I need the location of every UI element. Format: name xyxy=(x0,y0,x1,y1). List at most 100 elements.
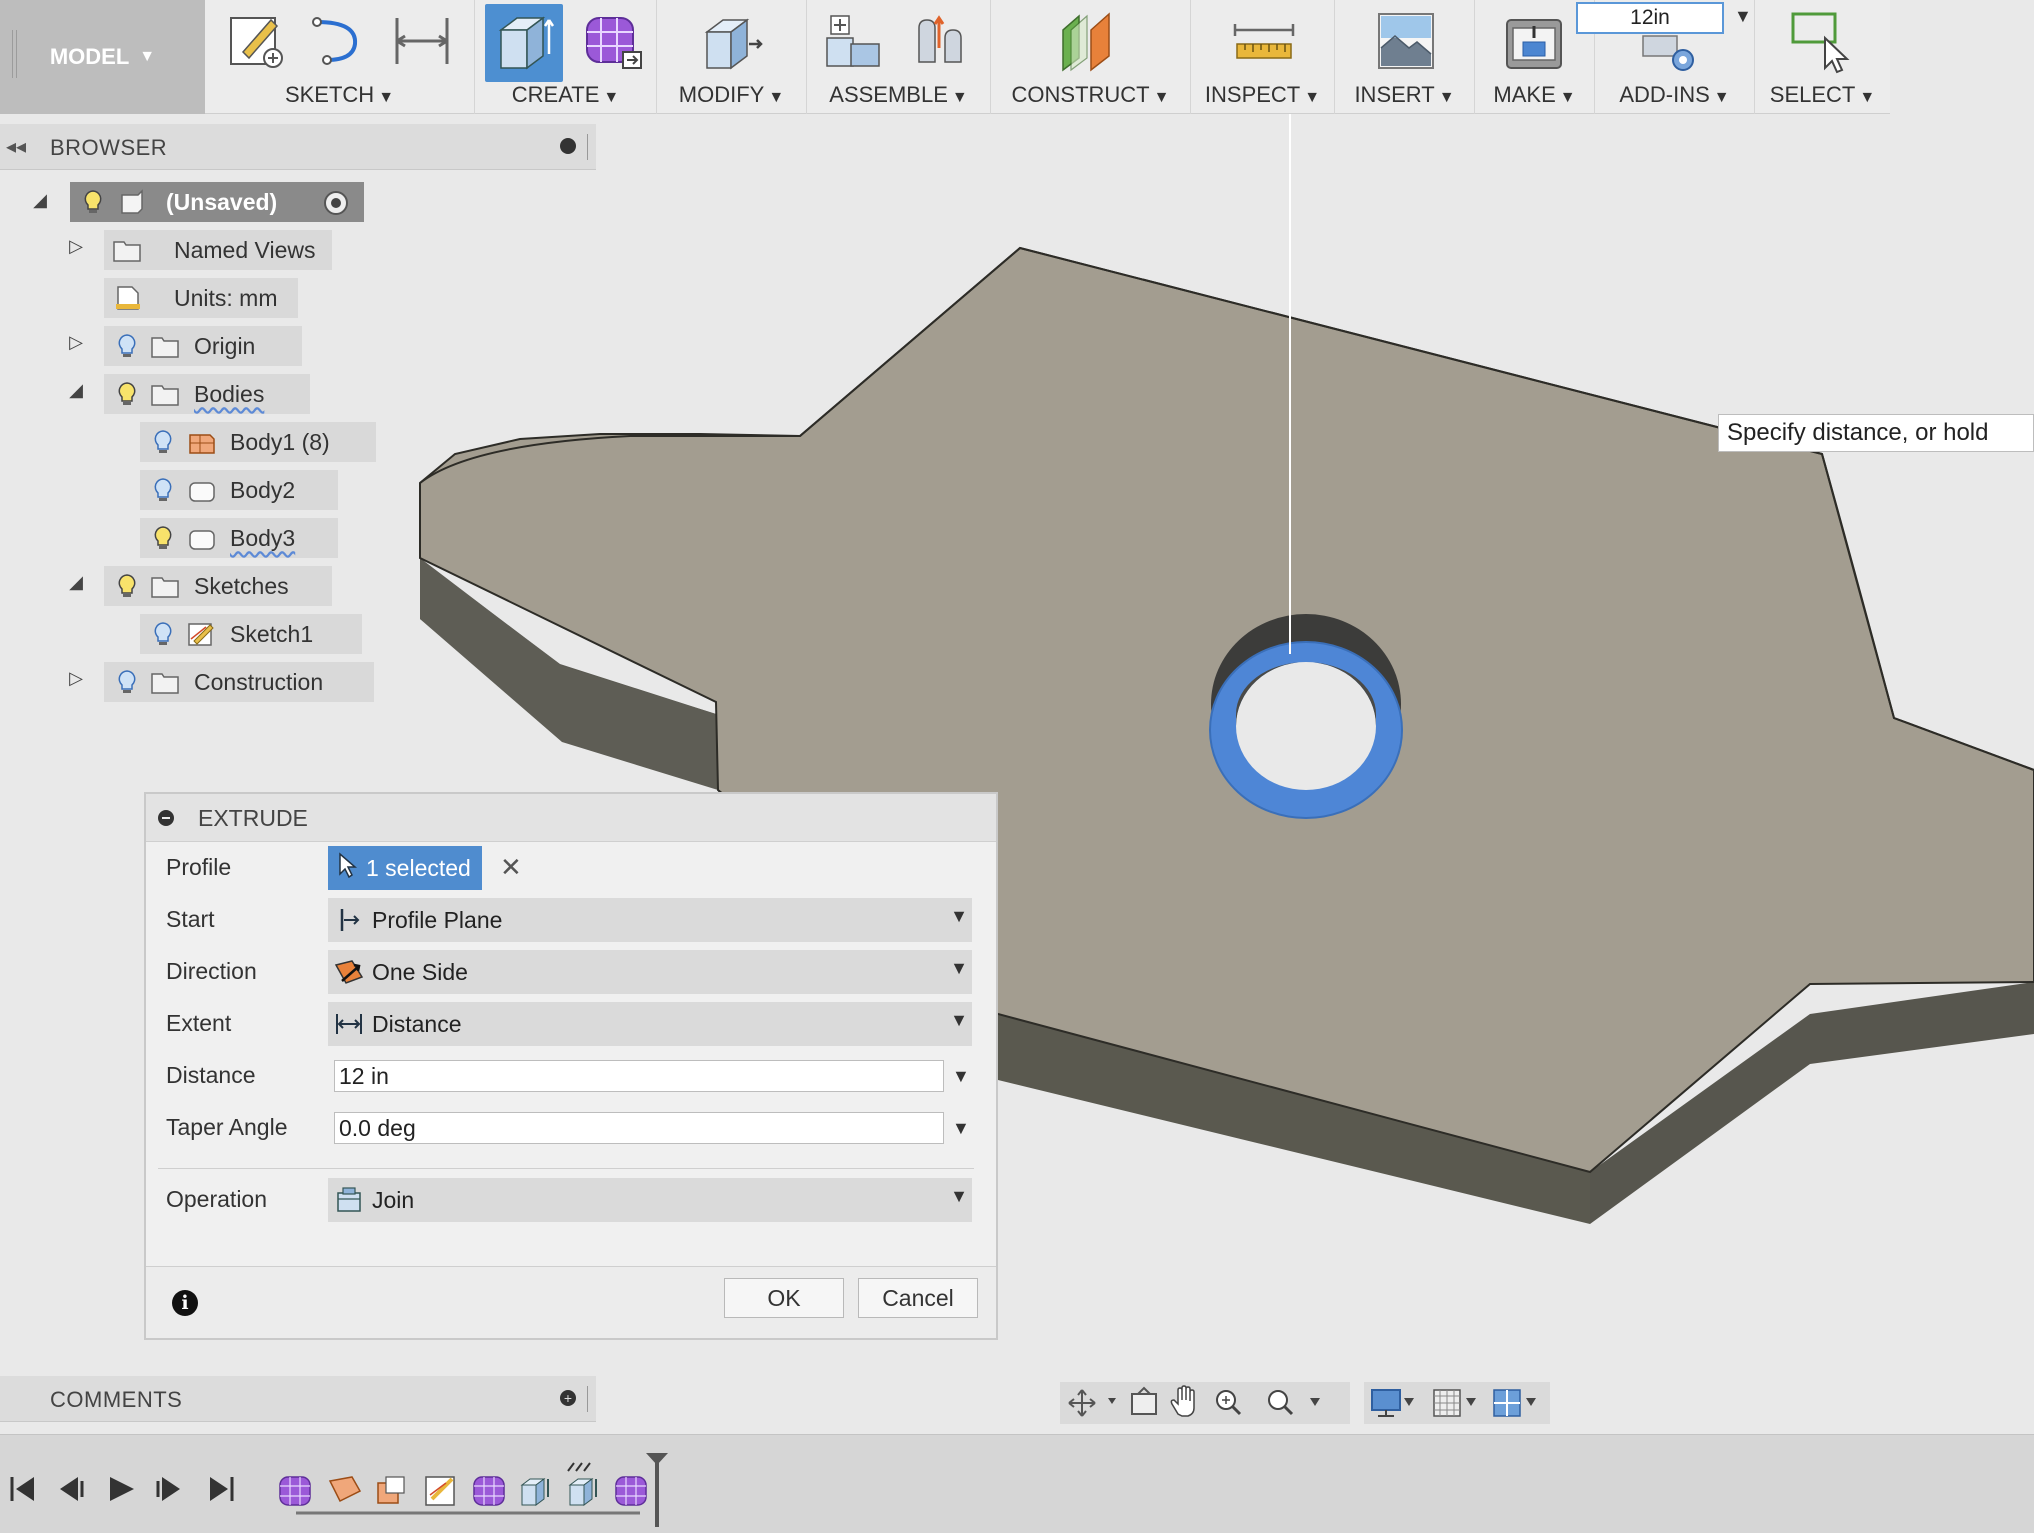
profile-selection-button[interactable]: 1 selected xyxy=(328,846,482,890)
visibility-bulb-icon[interactable] xyxy=(112,573,142,599)
taper-angle-input[interactable]: 0.0 deg xyxy=(334,1112,944,1144)
distance-value-input[interactable]: 12in xyxy=(1576,2,1724,34)
collapse-dialog-icon[interactable] xyxy=(158,810,174,826)
tree-item-body2[interactable]: Body2 xyxy=(140,470,338,510)
joint-icon[interactable] xyxy=(909,8,975,74)
tree-item-named-views[interactable]: Named Views xyxy=(104,230,332,270)
viewports-dropdown-icon[interactable] xyxy=(1526,1398,1536,1406)
tree-expand-construction-icon[interactable]: ▷ xyxy=(64,668,88,689)
visibility-bulb-icon[interactable] xyxy=(112,669,142,695)
tree-root-unsaved[interactable]: (Unsaved) xyxy=(70,182,364,222)
timeline-feature-combine-icon[interactable] xyxy=(377,1476,405,1504)
toolbar-group-assemble[interactable]: ASSEMBLE ▼ xyxy=(807,0,991,114)
toolbar-group-modify[interactable]: MODIFY ▼ xyxy=(657,0,807,114)
visibility-bulb-icon[interactable] xyxy=(148,477,178,503)
direction-dropdown[interactable]: One Side ▼ xyxy=(328,950,972,994)
3d-print-icon[interactable] xyxy=(1501,8,1567,74)
panel-pin-icon[interactable] xyxy=(560,138,576,154)
collapse-panel-icon[interactable]: ◂◂ xyxy=(6,134,26,159)
visibility-bulb-icon[interactable] xyxy=(148,621,178,647)
display-settings-icon[interactable] xyxy=(1371,1389,1401,1417)
extent-dropdown[interactable]: Distance ▼ xyxy=(328,1002,972,1046)
toolbar-group-inspect[interactable]: INSPECT ▼ xyxy=(1191,0,1335,114)
timeline-feature-extrude-icon[interactable] xyxy=(520,1478,549,1506)
start-dropdown[interactable]: Profile Plane ▼ xyxy=(328,898,972,942)
sketch-dimension-icon[interactable] xyxy=(389,8,455,74)
offset-plane-icon[interactable] xyxy=(1057,8,1123,74)
select-cursor-icon[interactable] xyxy=(1787,8,1853,74)
tree-item-construction[interactable]: Construction xyxy=(104,662,374,702)
fit-zoom-icon[interactable] xyxy=(1268,1390,1294,1416)
pan-hand-icon[interactable] xyxy=(1170,1385,1195,1417)
viewports-icon[interactable] xyxy=(1493,1389,1521,1417)
go-to-start-icon[interactable] xyxy=(10,1477,34,1501)
display-settings-dropdown-icon[interactable] xyxy=(1404,1398,1414,1406)
tree-collapse-bodies-icon[interactable]: ◢ xyxy=(64,380,88,401)
timeline-feature-form-icon[interactable] xyxy=(279,1476,311,1506)
panel-grip-icon[interactable] xyxy=(587,134,590,160)
tree-item-body3[interactable]: Body3 xyxy=(140,518,338,558)
visibility-bulb-icon[interactable] xyxy=(148,429,178,455)
info-icon[interactable]: i xyxy=(172,1290,198,1316)
visibility-bulb-icon[interactable] xyxy=(112,381,142,407)
tree-collapse-sketches-icon[interactable]: ◢ xyxy=(64,572,88,593)
activate-radio-icon[interactable] xyxy=(322,189,350,217)
form-tspline-icon[interactable] xyxy=(579,8,645,74)
distance-dropdown-caret-icon[interactable]: ▼ xyxy=(1734,6,1752,27)
look-at-icon[interactable] xyxy=(1131,1386,1157,1415)
visibility-bulb-icon[interactable] xyxy=(148,525,178,551)
toolbar-group-select[interactable]: SELECT ▼ xyxy=(1755,0,1890,114)
tree-item-bodies[interactable]: Bodies xyxy=(104,374,310,414)
folder-icon xyxy=(151,337,179,358)
distance-dropdown-icon[interactable]: ▼ xyxy=(952,1066,970,1087)
toolbar-group-insert[interactable]: INSERT ▼ xyxy=(1335,0,1475,114)
panel-grip-icon[interactable] xyxy=(587,1386,590,1412)
tree-expand-named-views-icon[interactable]: ▷ xyxy=(64,236,88,257)
timeline-feature-sketch-icon[interactable] xyxy=(425,1476,455,1506)
create-sketch-icon[interactable] xyxy=(223,8,289,74)
add-comment-icon[interactable]: + xyxy=(560,1390,576,1406)
grid-dropdown-icon[interactable] xyxy=(1466,1398,1476,1406)
timeline-feature-form2-icon[interactable] xyxy=(473,1476,505,1506)
cancel-button[interactable]: Cancel xyxy=(858,1278,978,1318)
go-to-end-icon[interactable] xyxy=(210,1477,234,1501)
tree-collapse-root-icon[interactable]: ◢ xyxy=(28,190,52,211)
timeline-feature-extrude2-icon[interactable] xyxy=(567,1462,597,1506)
tree-item-sketches[interactable]: Sketches xyxy=(104,566,332,606)
visibility-bulb-icon[interactable] xyxy=(78,189,108,215)
orbit-icon[interactable] xyxy=(1068,1389,1096,1417)
insert-image-icon[interactable] xyxy=(1373,8,1439,74)
play-icon[interactable] xyxy=(110,1477,134,1501)
step-back-icon[interactable] xyxy=(60,1477,84,1501)
timeline-marker-icon[interactable] xyxy=(646,1453,668,1527)
taper-angle-dropdown-icon[interactable]: ▼ xyxy=(952,1118,970,1139)
toolbar-group-construct[interactable]: CONSTRUCT ▼ xyxy=(991,0,1191,114)
workspace-mode-button[interactable]: MODEL ▼ xyxy=(0,0,205,114)
new-component-icon[interactable] xyxy=(821,8,887,74)
zoom-dropdown-icon[interactable] xyxy=(1310,1398,1320,1406)
scripts-addins-icon[interactable] xyxy=(1639,30,1699,74)
grid-snap-icon[interactable] xyxy=(1433,1389,1461,1417)
tree-item-origin[interactable]: Origin xyxy=(104,326,302,366)
timeline-feature-body-icon[interactable] xyxy=(328,1476,362,1503)
tree-item-body1[interactable]: Body1 (8) xyxy=(140,422,376,462)
press-pull-icon[interactable] xyxy=(699,8,765,74)
distance-input[interactable]: 12 in xyxy=(334,1060,944,1092)
toolbar-group-sketch[interactable]: SKETCH ▼ xyxy=(205,0,475,114)
clear-selection-icon[interactable]: ✕ xyxy=(500,852,522,883)
orbit-dropdown-icon[interactable] xyxy=(1108,1398,1116,1404)
tree-expand-origin-icon[interactable]: ▷ xyxy=(64,332,88,353)
operation-dropdown[interactable]: Join ▼ xyxy=(328,1178,972,1222)
ok-button[interactable]: OK xyxy=(724,1278,844,1318)
tree-item-units[interactable]: Units: mm xyxy=(104,278,298,318)
timeline-feature-form3-icon[interactable] xyxy=(615,1476,647,1506)
measure-icon[interactable] xyxy=(1231,8,1297,74)
extrude-icon[interactable] xyxy=(491,8,557,74)
step-forward-icon[interactable] xyxy=(156,1477,180,1501)
spline-arc-icon[interactable] xyxy=(303,8,369,74)
toolbar-group-create[interactable]: CREATE ▼ xyxy=(475,0,657,114)
zoom-icon[interactable] xyxy=(1216,1390,1242,1416)
visibility-bulb-icon[interactable] xyxy=(112,333,142,359)
tree-item-sketch1[interactable]: Sketch1 xyxy=(140,614,362,654)
body-icon xyxy=(189,482,215,502)
